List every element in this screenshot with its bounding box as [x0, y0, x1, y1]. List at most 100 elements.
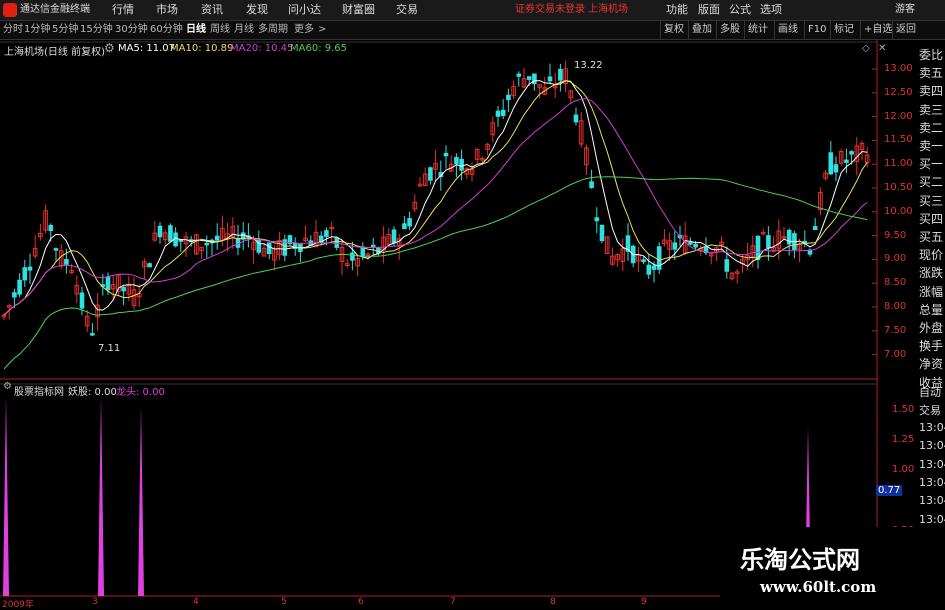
candle-body — [121, 286, 126, 292]
indicator-tick: 1.00 — [892, 464, 915, 475]
menu-item-quotes[interactable]: 行情 — [112, 0, 134, 20]
high-price-label: 13.22 — [574, 60, 603, 71]
low-price-label: 7.11 — [98, 343, 121, 354]
candle-body — [27, 266, 33, 271]
close-icon[interactable]: ✕ — [878, 43, 886, 54]
indicator-current-value: 0.77 — [876, 485, 903, 496]
candle-body — [12, 292, 17, 298]
date-label-7: 7 — [450, 597, 456, 607]
mark-button[interactable]: 标记 — [830, 21, 857, 39]
menu-item-formula[interactable]: 公式 — [729, 0, 751, 20]
draw-line-button[interactable]: 画线 — [774, 21, 801, 39]
right-panel-item: 委比 — [919, 48, 944, 62]
price-tick: 7.00 — [884, 348, 907, 360]
ma10-label: MA10: 10.89 — [170, 43, 234, 54]
menu-item-trade[interactable]: 交易 — [396, 0, 418, 20]
price-tick: 8.00 — [884, 301, 907, 312]
candle-body — [204, 242, 210, 246]
price-tick: 10.50 — [884, 182, 913, 193]
right-panel-item[interactable]: 13:04 — [919, 439, 945, 452]
price-tick: 8.50 — [884, 277, 907, 289]
right-panel-item[interactable]: 13:04 — [919, 513, 945, 526]
candle-body — [844, 159, 849, 163]
date-label-6: 6 — [358, 597, 364, 607]
candle-body — [693, 243, 698, 248]
right-panel-item[interactable]: 交易 — [919, 402, 945, 418]
candle-body — [64, 258, 69, 265]
candle-body — [168, 225, 173, 242]
period-more[interactable]: 更多 — [294, 21, 314, 39]
menu-item-options[interactable]: 选项 — [760, 0, 782, 20]
date-label-3: 3 — [92, 597, 98, 607]
period-monthly[interactable]: 月线 — [234, 21, 254, 39]
period-weekly[interactable]: 周线 — [210, 21, 230, 39]
period-60min[interactable]: 60分钟 — [150, 21, 183, 39]
period-1min[interactable]: 1分钟 — [24, 21, 50, 39]
right-panel-item[interactable]: 13:04 — [919, 494, 945, 507]
chevron-right-icon[interactable]: > — [318, 21, 326, 39]
candle-body — [350, 252, 355, 261]
chart-title: 上海机场(日线 前复权) — [4, 47, 105, 58]
right-panel-item: 买二 — [919, 175, 944, 190]
right-panel-item[interactable]: 13:04 — [919, 421, 945, 434]
right-panel-item: 买五 — [919, 230, 944, 244]
stats-button[interactable]: 统计 — [744, 21, 771, 39]
date-label-4: 4 — [193, 597, 199, 607]
f10-button[interactable]: F10 — [804, 21, 829, 39]
overlay-button[interactable]: 叠加 — [688, 21, 715, 39]
period-daily[interactable]: 日线 — [186, 21, 206, 39]
ma60-label: MA60: 9.65 — [290, 43, 348, 54]
candle-body — [646, 264, 652, 275]
indicator-settings-icon[interactable]: ⚙ — [3, 381, 12, 392]
menu-item-function[interactable]: 功能 — [666, 0, 688, 20]
candle-body — [526, 76, 532, 80]
candle-body — [402, 223, 407, 230]
right-panel-item: 涨跌 — [919, 266, 944, 281]
trade-login-notice[interactable]: 证券交易未登录 — [515, 0, 585, 20]
period-toolbar: 分时 1分钟 5分钟 15分钟 30分钟 60分钟 日线 周线 月线 多周期 更… — [0, 21, 945, 40]
date-label-9: 9 — [641, 597, 647, 607]
right-panel-item: 外盘 — [919, 321, 944, 335]
right-panel-item: 买一 — [919, 157, 944, 172]
price-tick: 12.00 — [884, 110, 913, 122]
candle-body — [17, 279, 22, 295]
menu-item-market[interactable]: 市场 — [156, 0, 178, 20]
price-tick: 12.50 — [884, 86, 913, 98]
right-panel-item[interactable]: 自动 — [919, 384, 945, 400]
period-multi[interactable]: 多周期 — [258, 21, 288, 39]
collapse-icon[interactable]: ◇ — [862, 43, 870, 54]
kline-chart[interactable] — [0, 40, 945, 609]
menu-bar: 通达信金融终端 行情 市场 资讯 发现 问小达 财富圈 交易 证券交易未登录 上… — [0, 0, 945, 21]
period-30min[interactable]: 30分钟 — [115, 21, 148, 39]
ma-line — [3, 80, 868, 316]
menu-item-ask[interactable]: 问小达 — [288, 0, 321, 20]
guest-user[interactable]: 游客 — [895, 0, 915, 20]
candle-body — [105, 276, 111, 291]
period-5min[interactable]: 5分钟 — [52, 21, 78, 39]
menu-item-news[interactable]: 资讯 — [201, 0, 223, 20]
price-tick: 7.50 — [884, 324, 907, 336]
menu-item-discover[interactable]: 发现 — [246, 0, 268, 20]
candle-body — [599, 224, 605, 242]
adjust-button[interactable]: 复权 — [660, 21, 687, 39]
period-tick[interactable]: 分时 — [3, 21, 23, 39]
back-button[interactable]: 返回 — [892, 21, 919, 39]
right-panel-item[interactable]: 13:04 — [919, 476, 945, 489]
menu-item-fortune[interactable]: 财富圈 — [342, 0, 375, 20]
period-15min[interactable]: 15分钟 — [80, 21, 113, 39]
price-tick: 10.00 — [884, 205, 913, 217]
candle-body — [443, 152, 449, 157]
candle-body — [812, 226, 818, 231]
candle-body — [589, 181, 594, 188]
chart-grid — [0, 40, 878, 609]
right-panel-item: 买四 — [919, 211, 944, 226]
right-panel-item: 换手 — [919, 339, 944, 354]
price-tick: 9.50 — [884, 229, 907, 241]
right-panel-item: 现价 — [919, 248, 944, 263]
menu-item-layout[interactable]: 版面 — [698, 0, 720, 20]
add-favorite-button[interactable]: +自选 — [860, 21, 895, 39]
candle-body — [407, 218, 412, 227]
right-panel-item[interactable]: 13:04 — [919, 458, 945, 471]
multi-stock-button[interactable]: 多股 — [716, 21, 743, 39]
settings-icon[interactable]: ⚙ — [104, 41, 115, 55]
